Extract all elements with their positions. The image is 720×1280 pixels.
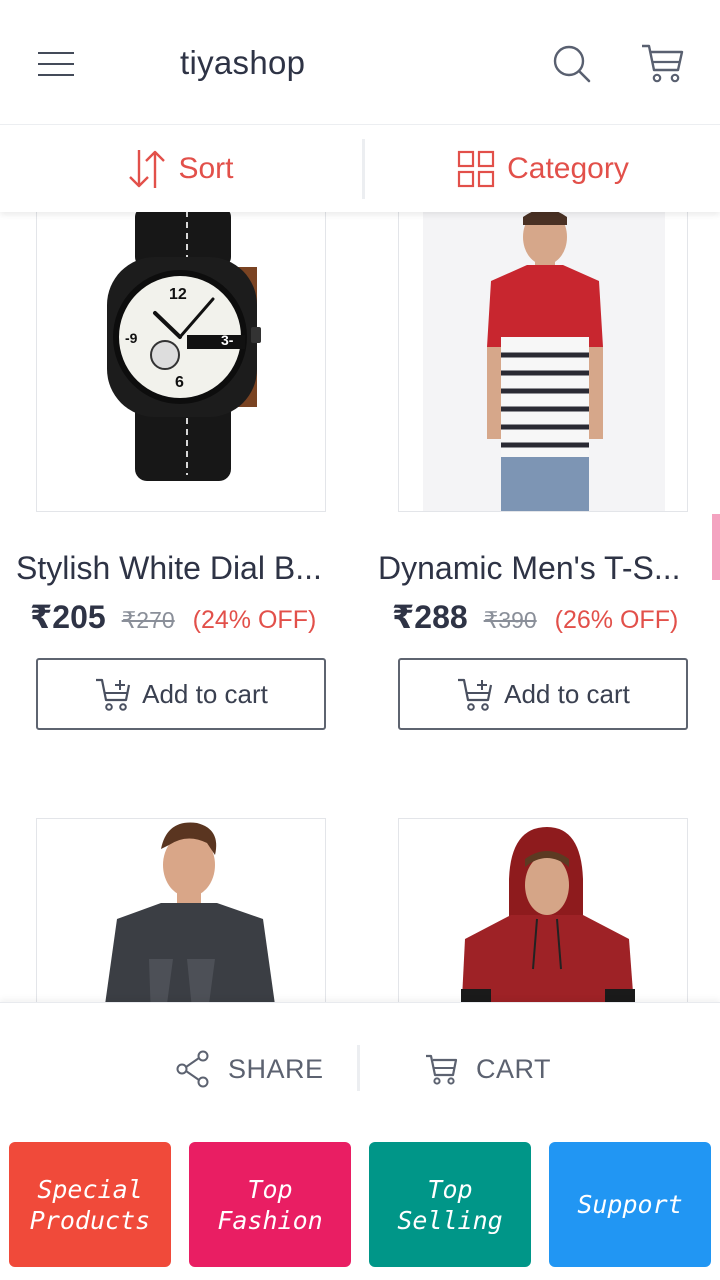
product-image-tshirt[interactable] (398, 212, 688, 512)
tile-top-fashion[interactable]: Top Fashion (189, 1142, 351, 1267)
app-title: tiyashop (180, 44, 306, 81)
cart-label: CART (476, 1053, 552, 1084)
share-button[interactable]: SHARE (176, 1037, 324, 1101)
add-to-cart-button[interactable]: Add to cart (36, 658, 326, 730)
top-app-bar: tiyashop (0, 0, 720, 124)
product-image-watch[interactable]: 12 -9 6 3- (36, 212, 326, 512)
search-icon[interactable] (552, 44, 592, 84)
app-screen: tiyashop Sort Category 12 -9 6 3- Stylis… (0, 0, 720, 1280)
add-cart-icon (458, 678, 493, 711)
svg-text:-9: -9 (125, 330, 138, 346)
category-button[interactable]: Category (366, 125, 720, 213)
share-icon (176, 1050, 209, 1088)
sort-button[interactable]: Sort (0, 125, 362, 213)
tile-top-selling[interactable]: Top Selling (369, 1142, 531, 1267)
discount-badge: (26% OFF) (554, 606, 679, 634)
svg-text:3-: 3- (221, 332, 234, 348)
tile-support[interactable]: Support (549, 1142, 711, 1267)
action-bar: SHARE CART (0, 1002, 720, 1130)
product-price: ₹288 (392, 599, 468, 635)
scroll-indicator[interactable] (712, 514, 720, 580)
svg-text:12: 12 (169, 286, 187, 303)
filter-divider (362, 139, 365, 199)
product-name[interactable]: Stylish White Dial B... (16, 550, 356, 587)
category-label: Category (507, 152, 629, 185)
cart-button[interactable]: CART (424, 1037, 551, 1101)
tile-special-products[interactable]: Special Products (9, 1142, 171, 1267)
product-price: ₹205 (30, 599, 106, 635)
add-to-cart-label: Add to cart (142, 678, 268, 709)
add-cart-icon (96, 678, 131, 711)
menu-icon[interactable] (38, 50, 76, 80)
product-mrp: ₹390 (483, 607, 537, 633)
add-to-cart-label: Add to cart (504, 678, 630, 709)
discount-badge: (24% OFF) (192, 606, 317, 634)
cart-icon (426, 1054, 458, 1085)
add-to-cart-button[interactable]: Add to cart (398, 658, 688, 730)
filter-bar: Sort Category (0, 124, 720, 212)
product-grid: 12 -9 6 3- Stylish White Dial B... ₹205 … (0, 212, 720, 1002)
share-label: SHARE (228, 1053, 324, 1084)
grid-icon (458, 150, 495, 188)
sort-label: Sort (178, 152, 234, 185)
category-tiles: Special Products Top Fashion Top Selling… (0, 1130, 720, 1280)
svg-text:6: 6 (175, 374, 184, 391)
product-image-sweatshirt[interactable] (36, 818, 326, 1002)
sort-icon (129, 150, 166, 188)
action-divider (357, 1045, 360, 1091)
price-row: ₹288 ₹390 (26% OFF) (392, 598, 678, 636)
product-image-hoodie[interactable] (398, 818, 688, 1002)
cart-icon[interactable] (640, 42, 684, 84)
price-row: ₹205 ₹270 (24% OFF) (30, 598, 316, 636)
product-name[interactable]: Dynamic Men's T-S... (378, 550, 708, 587)
product-mrp: ₹270 (121, 607, 175, 633)
